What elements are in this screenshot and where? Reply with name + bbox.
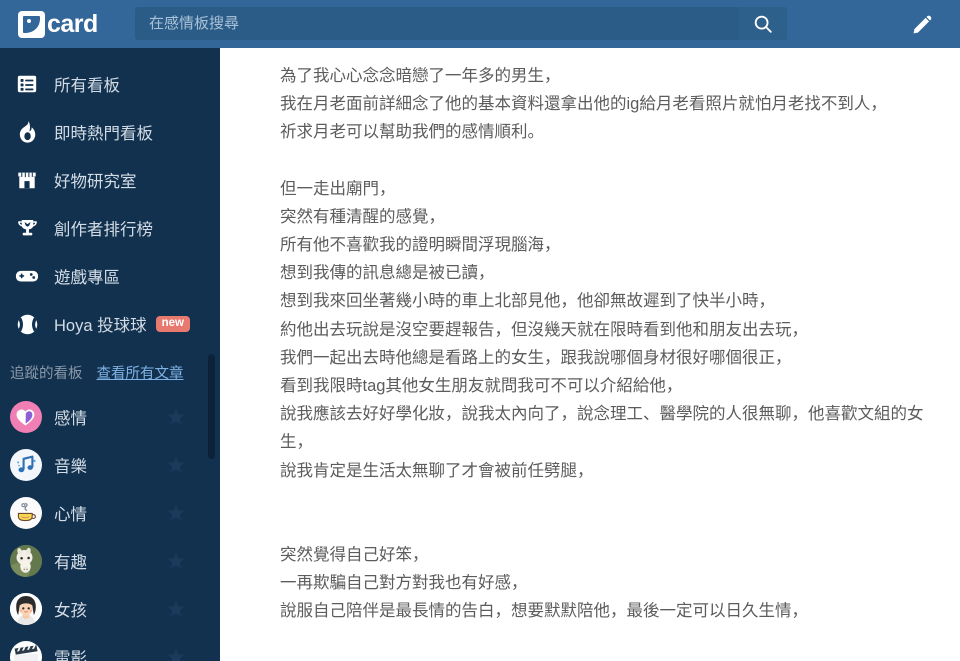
board-item-fun[interactable]: 有趣 bbox=[0, 537, 220, 585]
star-icon[interactable] bbox=[166, 455, 186, 475]
followed-boards-title: 追蹤的看板 bbox=[10, 366, 83, 382]
board-item-love[interactable]: 感情 bbox=[0, 393, 220, 441]
search-icon bbox=[754, 15, 772, 33]
alpaca-avatar bbox=[10, 545, 42, 577]
baseball-icon bbox=[10, 309, 44, 339]
board-item-movie[interactable]: 電影 bbox=[0, 633, 220, 661]
board-item-music[interactable]: 音樂 bbox=[0, 441, 220, 489]
dcard-logo-text: card bbox=[47, 9, 98, 38]
star-icon[interactable] bbox=[166, 503, 186, 523]
board-item-label: 心情 bbox=[54, 506, 87, 524]
pencil-icon bbox=[913, 15, 932, 34]
star-icon[interactable] bbox=[166, 599, 186, 619]
sidebar-item-label: 所有看板 bbox=[54, 77, 120, 95]
sidebar-item-label: 遊戲專區 bbox=[54, 269, 120, 287]
primary-nav: 所有看板 即時熱門看板 好物研究室 創作者排行榜 遊戲專區 Hoya 投球球 n… bbox=[0, 48, 220, 348]
new-badge: new bbox=[155, 315, 190, 333]
star-icon[interactable] bbox=[166, 647, 186, 661]
followed-boards-header: 追蹤的看板 查看所有文章 bbox=[0, 348, 220, 393]
search-input[interactable] bbox=[135, 7, 739, 40]
board-item-girl[interactable]: 女孩 bbox=[0, 585, 220, 633]
gamepad-icon bbox=[10, 261, 44, 291]
board-item-label: 有趣 bbox=[54, 554, 87, 572]
star-icon[interactable] bbox=[166, 551, 186, 571]
board-item-label: 音樂 bbox=[54, 458, 87, 476]
post-paragraph: 突然覺得自己好笨， 一再欺騙自己對方對我也有好感， 說服自己陪伴是最長情的告白，… bbox=[280, 545, 808, 621]
left-sidebar: 所有看板 即時熱門看板 好物研究室 創作者排行榜 遊戲專區 Hoya 投球球 n… bbox=[0, 48, 220, 661]
sidebar-item-product-lab[interactable]: 好物研究室 bbox=[0, 156, 220, 204]
sidebar-item-label: 創作者排行榜 bbox=[54, 221, 153, 239]
sidebar-item-game-zone[interactable]: 遊戲專區 bbox=[0, 252, 220, 300]
top-header: card bbox=[0, 0, 960, 48]
sidebar-item-label: 即時熱門看板 bbox=[54, 125, 153, 143]
post-content-area: 為了我心心念念暗戀了一年多的男生， 我在月老面前詳細念了他的基本資料還拿出他的i… bbox=[222, 48, 960, 661]
dcard-logo-mark bbox=[18, 10, 45, 38]
post-paragraph: 但一走出廟門， 突然有種清醒的感覺， 所有他不喜歡我的證明瞬間浮現腦海， 想到我… bbox=[280, 179, 924, 480]
sidebar-item-all-boards[interactable]: 所有看板 bbox=[0, 60, 220, 108]
teacup-avatar bbox=[10, 497, 42, 529]
music-note-avatar bbox=[10, 449, 42, 481]
clapperboard-avatar bbox=[10, 641, 42, 661]
sidebar-item-trending-boards[interactable]: 即時熱門看板 bbox=[0, 108, 220, 156]
board-item-label: 女孩 bbox=[54, 602, 87, 620]
board-list-icon bbox=[10, 69, 44, 99]
flame-icon bbox=[10, 117, 44, 147]
view-all-posts-link[interactable]: 查看所有文章 bbox=[97, 362, 184, 383]
store-icon bbox=[10, 165, 44, 195]
dcard-logo[interactable]: card bbox=[0, 0, 135, 48]
girl-avatar bbox=[10, 593, 42, 625]
star-icon[interactable] bbox=[166, 407, 186, 427]
compose-post-button[interactable] bbox=[908, 9, 938, 39]
followed-boards-list: 感情 音樂 心情 有趣 女孩 電影 bbox=[0, 393, 220, 661]
sidebar-scrollbar[interactable] bbox=[208, 354, 215, 459]
trophy-icon bbox=[10, 213, 44, 243]
board-item-label: 電影 bbox=[54, 650, 87, 661]
sidebar-item-label: Hoya 投球球 bbox=[54, 317, 147, 335]
post-paragraph: 為了我心心念念暗戀了一年多的男生， 我在月老面前詳細念了他的基本資料還拿出他的i… bbox=[280, 67, 887, 142]
sidebar-item-hoya[interactable]: Hoya 投球球 new bbox=[0, 300, 220, 348]
search-button[interactable] bbox=[739, 7, 787, 40]
sidebar-item-label: 好物研究室 bbox=[54, 173, 137, 191]
sidebar-item-creator-ranking[interactable]: 創作者排行榜 bbox=[0, 204, 220, 252]
search-bar bbox=[135, 7, 787, 40]
board-item-label: 感情 bbox=[54, 410, 87, 428]
heart-avatar bbox=[10, 401, 42, 433]
board-item-mood[interactable]: 心情 bbox=[0, 489, 220, 537]
